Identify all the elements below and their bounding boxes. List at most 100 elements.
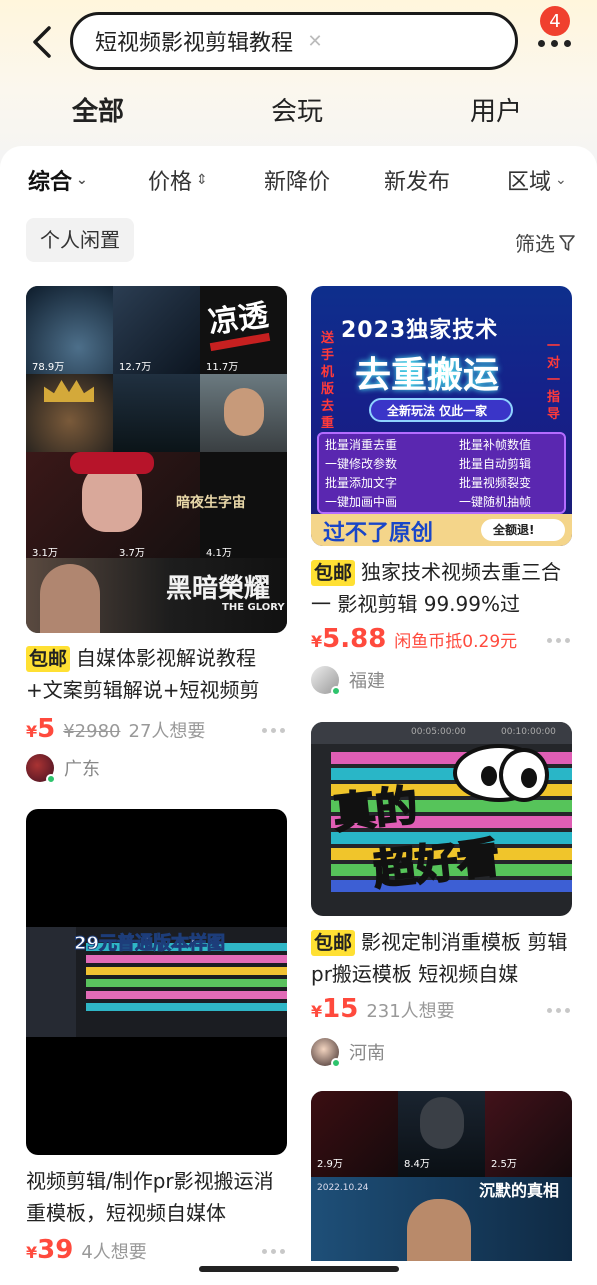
more-menu-button[interactable]: 4 xyxy=(532,6,580,60)
price-row: ¥ 5 ¥2980 27人想要 xyxy=(26,714,205,744)
track-clip xyxy=(86,991,287,999)
view-count: 2.5万 xyxy=(491,1159,517,1170)
notification-badge: 4 xyxy=(540,6,570,36)
banner-subtitle: 全新玩法 仅此一家 xyxy=(387,404,488,418)
search-input[interactable]: 短视频影视剪辑教程 ✕ xyxy=(70,12,518,70)
face-shape xyxy=(224,388,264,436)
price: 5 xyxy=(37,714,56,744)
filter-price-drop-label: 新降价 xyxy=(264,170,331,195)
poster-date: 2022.10.24 xyxy=(317,1183,369,1193)
price-row: ¥ 15 231人想要 xyxy=(311,994,455,1024)
feature-item: 批量添加文字 xyxy=(325,476,398,490)
sticker-text: 真的 xyxy=(330,780,421,840)
feature-item: 批量自动剪辑 xyxy=(459,457,532,471)
coin-discount: 闲鱼币抵0.29元 xyxy=(394,632,518,652)
more-dots-icon xyxy=(538,40,571,47)
banner-headline: 2023独家技术 xyxy=(341,318,499,343)
thumb-actor xyxy=(200,374,287,452)
product-image: 2.9万 8.4万 2.5万 2022.10.24 沉默的真相 xyxy=(311,1091,572,1261)
track-clip xyxy=(86,967,287,975)
price-row: ¥ 39 4人想要 xyxy=(26,1235,147,1265)
sample-caption: 29元普通版本样图 xyxy=(73,933,226,955)
view-count: 8.4万 xyxy=(404,1159,430,1170)
poster-title: 沉默的真相 xyxy=(479,1181,560,1200)
filter-sort[interactable]: 综合 ⌄ xyxy=(28,164,88,196)
filter-new-label: 新发布 xyxy=(384,170,451,195)
features-right: 批量补帧数值 批量自动剪辑 批量视频裂变 一键随机抽帧 xyxy=(459,436,531,512)
product-card[interactable]: 29元普通版本样图 视频剪辑/制作pr影视搬运消重模板，短视频自媒体 ¥ 39 … xyxy=(26,809,287,1269)
thumb-crown xyxy=(26,374,113,452)
product-title: 视频剪辑/制作pr影视搬运消重模板，短视频自媒体 xyxy=(26,1165,287,1229)
view-count: 78.9万 xyxy=(32,362,65,373)
personal-idle-chip[interactable]: 个人闲置 xyxy=(26,218,134,262)
tab-play[interactable]: 会玩 xyxy=(271,92,323,132)
product-title: 包邮 独家技术视频去重三合一 影视剪辑 99.99%过 xyxy=(311,556,572,620)
track-clip xyxy=(86,955,287,963)
free-shipping-tag: 包邮 xyxy=(26,646,71,672)
filter-price-label: 价格 xyxy=(148,170,193,195)
feature-item: 一键加画中画 xyxy=(325,495,398,509)
track-clip xyxy=(86,1003,287,1011)
drama-subtitle: THE GLORY xyxy=(222,602,285,613)
timecode: 00:05:00:00 xyxy=(411,727,466,737)
product-title: 包邮 影视定制消重模板 剪辑pr搬运模板 短视频自媒 xyxy=(311,926,572,990)
product-card[interactable]: 2023独家技术 去重搬运 全新玩法 仅此一家 送手机版去重 一对一指导 批量消… xyxy=(311,286,572,706)
pupil xyxy=(481,766,497,786)
back-button[interactable] xyxy=(24,24,60,60)
sort-arrows-icon: ⇕ xyxy=(196,172,208,188)
drama-title: 黑暗榮耀 xyxy=(166,574,271,604)
more-options-icon[interactable] xyxy=(547,1008,570,1013)
filter-sort-label: 综合 xyxy=(28,170,73,195)
timecode: 00:10:00:00 xyxy=(501,727,556,737)
features-left: 批量消重去重 一键修改参数 批量添加文字 一键加画中画 xyxy=(325,436,397,512)
tab-users[interactable]: 用户 xyxy=(470,92,522,132)
seller-location: 河南 xyxy=(349,1043,385,1064)
home-indicator[interactable] xyxy=(199,1266,399,1272)
currency-symbol: ¥ xyxy=(311,1002,323,1021)
editor-panel xyxy=(26,927,76,1037)
crown-icon xyxy=(44,380,94,402)
footer-text: 过不了原创 xyxy=(323,521,434,546)
actress-face xyxy=(40,564,100,633)
seller-location: 广东 xyxy=(64,759,100,780)
close-icon[interactable]: ✕ xyxy=(303,29,327,53)
filter-new[interactable]: 新发布 xyxy=(384,164,450,196)
product-image: 凉透 78.9万 12.7万 11.7万 暗夜生字宙 3.1万 3.7万 4.1… xyxy=(26,286,287,633)
tab-bar: 全部 会玩 用户 xyxy=(0,92,597,136)
side-left-text: 送手机版去重 xyxy=(321,331,335,431)
filter-region[interactable]: 区域 ⌄ xyxy=(507,164,567,196)
view-count: 2.9万 xyxy=(317,1159,343,1170)
footer-badge: 全额退! xyxy=(493,523,535,537)
want-count: 231人想要 xyxy=(366,1001,455,1022)
more-options-icon[interactable] xyxy=(262,1249,285,1254)
track-clip xyxy=(86,979,287,987)
product-title: 包邮 自媒体影视解说教程+文案剪辑解说+短视频剪 xyxy=(26,642,287,706)
want-count: 27人想要 xyxy=(128,721,206,742)
search-query: 短视频影视剪辑教程 xyxy=(95,31,294,56)
product-card[interactable]: 2.9万 8.4万 2.5万 2022.10.24 沉默的真相 xyxy=(311,1091,572,1261)
seller-info[interactable]: 福建 xyxy=(311,666,385,696)
original-price: ¥2980 xyxy=(63,721,121,742)
product-card[interactable]: 凉透 78.9万 12.7万 11.7万 暗夜生字宙 3.1万 3.7万 4.1… xyxy=(26,286,287,786)
filter-price[interactable]: 价格 ⇕ xyxy=(148,164,208,196)
price-row: ¥ 5.88 闲鱼币抵0.29元 xyxy=(311,624,517,654)
want-count: 4人想要 xyxy=(81,1242,147,1263)
more-options-icon[interactable] xyxy=(262,728,285,733)
funnel-icon xyxy=(559,234,575,251)
more-options-icon[interactable] xyxy=(547,638,570,643)
opera-headdress xyxy=(70,452,154,474)
product-card[interactable]: 00:05:00:00 00:10:00:00 真的 超好看 包邮 影视定制消重模… xyxy=(311,722,572,1068)
currency-symbol: ¥ xyxy=(311,632,323,651)
seller-info[interactable]: 广东 xyxy=(26,754,100,784)
price: 15 xyxy=(322,994,359,1024)
thumb-opera xyxy=(26,452,200,558)
seller-info[interactable]: 河南 xyxy=(311,1038,385,1068)
product-image: 00:05:00:00 00:10:00:00 真的 超好看 xyxy=(311,722,572,916)
side-right-text: 一对一指导 xyxy=(547,339,561,422)
feature-item: 批量补帧数值 xyxy=(459,438,532,452)
feature-item: 一键修改参数 xyxy=(325,457,398,471)
filter-button[interactable]: 筛选 xyxy=(515,228,575,257)
tab-all[interactable]: 全部 xyxy=(72,92,125,132)
filter-bar: 综合 ⌄ 价格 ⇕ 新降价 新发布 区域 ⌄ xyxy=(0,164,597,198)
filter-price-drop[interactable]: 新降价 xyxy=(264,164,330,196)
